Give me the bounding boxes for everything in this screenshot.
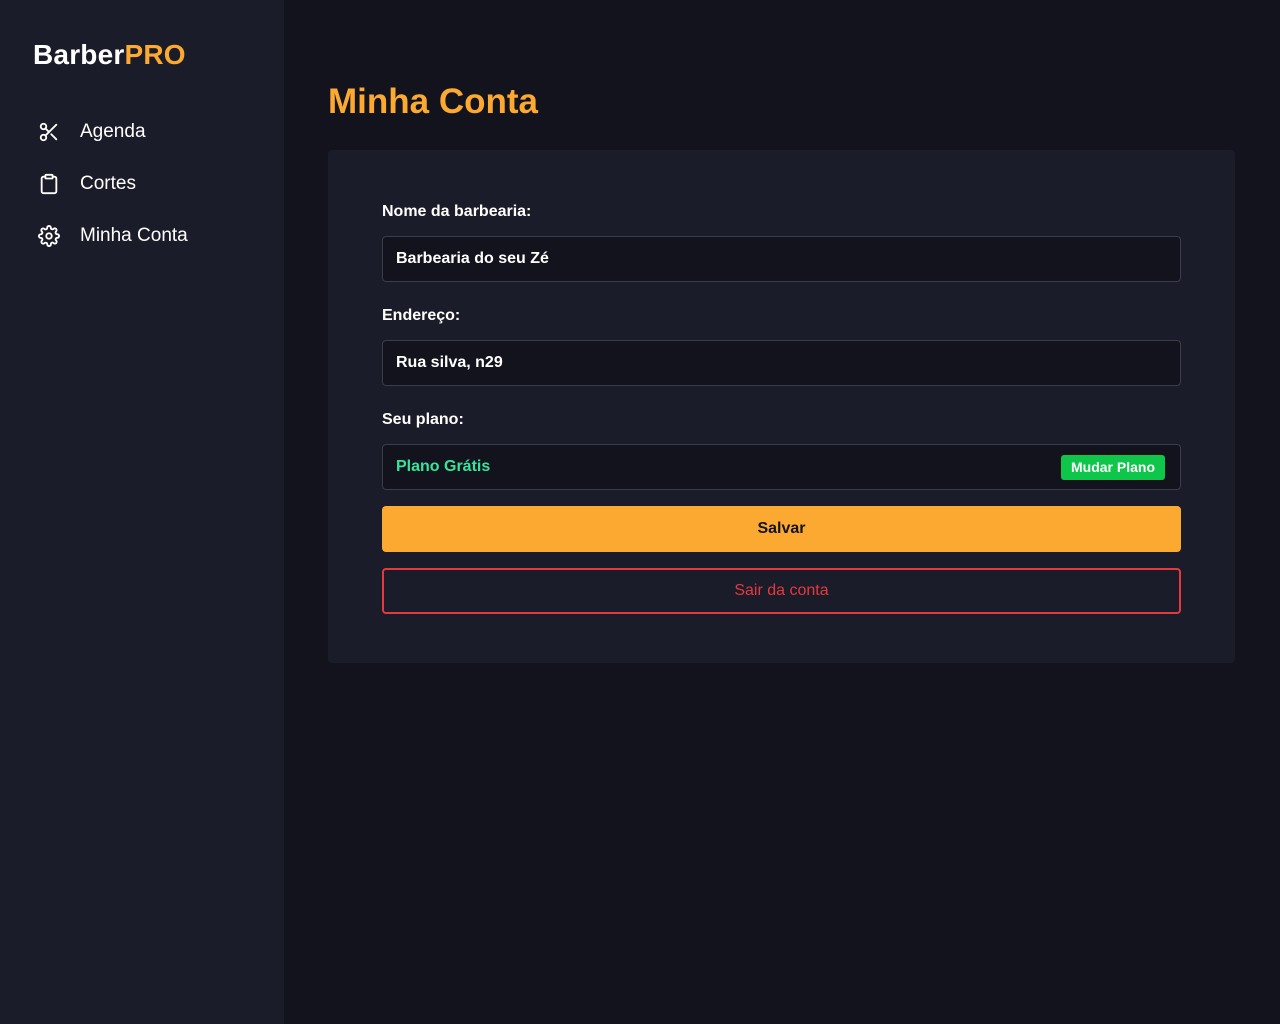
change-plan-button[interactable]: Mudar Plano [1060, 454, 1165, 480]
logout-button[interactable]: Sair da conta [382, 568, 1181, 614]
brand-logo-part2: PRO [124, 39, 186, 70]
brand-logo[interactable]: BarberPRO [33, 38, 186, 72]
app: BarberPRO Agenda Cortes Minha Conta Minh… [0, 0, 1280, 1024]
scissors-icon [38, 121, 60, 143]
sidebar-item-cortes[interactable]: Cortes [38, 166, 188, 202]
sidebar-item-label: Minha Conta [80, 225, 188, 246]
plan-field: Plano Grátis Mudar Plano [382, 444, 1181, 490]
clipboard-icon [38, 173, 60, 195]
sidebar: BarberPRO Agenda Cortes Minha Conta [0, 0, 284, 1024]
sidebar-item-agenda[interactable]: Agenda [38, 114, 188, 150]
sidebar-nav: Agenda Cortes Minha Conta [38, 114, 188, 270]
barbershop-name-input[interactable]: Barbearia do seu Zé [382, 236, 1181, 282]
sidebar-item-minha-conta[interactable]: Minha Conta [38, 218, 188, 254]
account-form-card: Nome da barbearia: Barbearia do seu Zé E… [328, 150, 1235, 663]
save-button[interactable]: Salvar [382, 506, 1181, 552]
address-label: Endereço: [382, 307, 461, 324]
address-input[interactable]: Rua silva, n29 [382, 340, 1181, 386]
sidebar-item-label: Agenda [80, 121, 146, 142]
brand-logo-part1: Barber [33, 39, 125, 70]
page-title: Minha Conta [328, 82, 538, 121]
plan-label: Seu plano: [382, 411, 464, 428]
main-content: Minha Conta Nome da barbearia: Barbearia… [284, 0, 1280, 1024]
plan-value: Plano Grátis [396, 458, 491, 475]
gear-icon [38, 225, 60, 247]
sidebar-item-label: Cortes [80, 173, 136, 194]
barbershop-name-label: Nome da barbearia: [382, 203, 532, 220]
